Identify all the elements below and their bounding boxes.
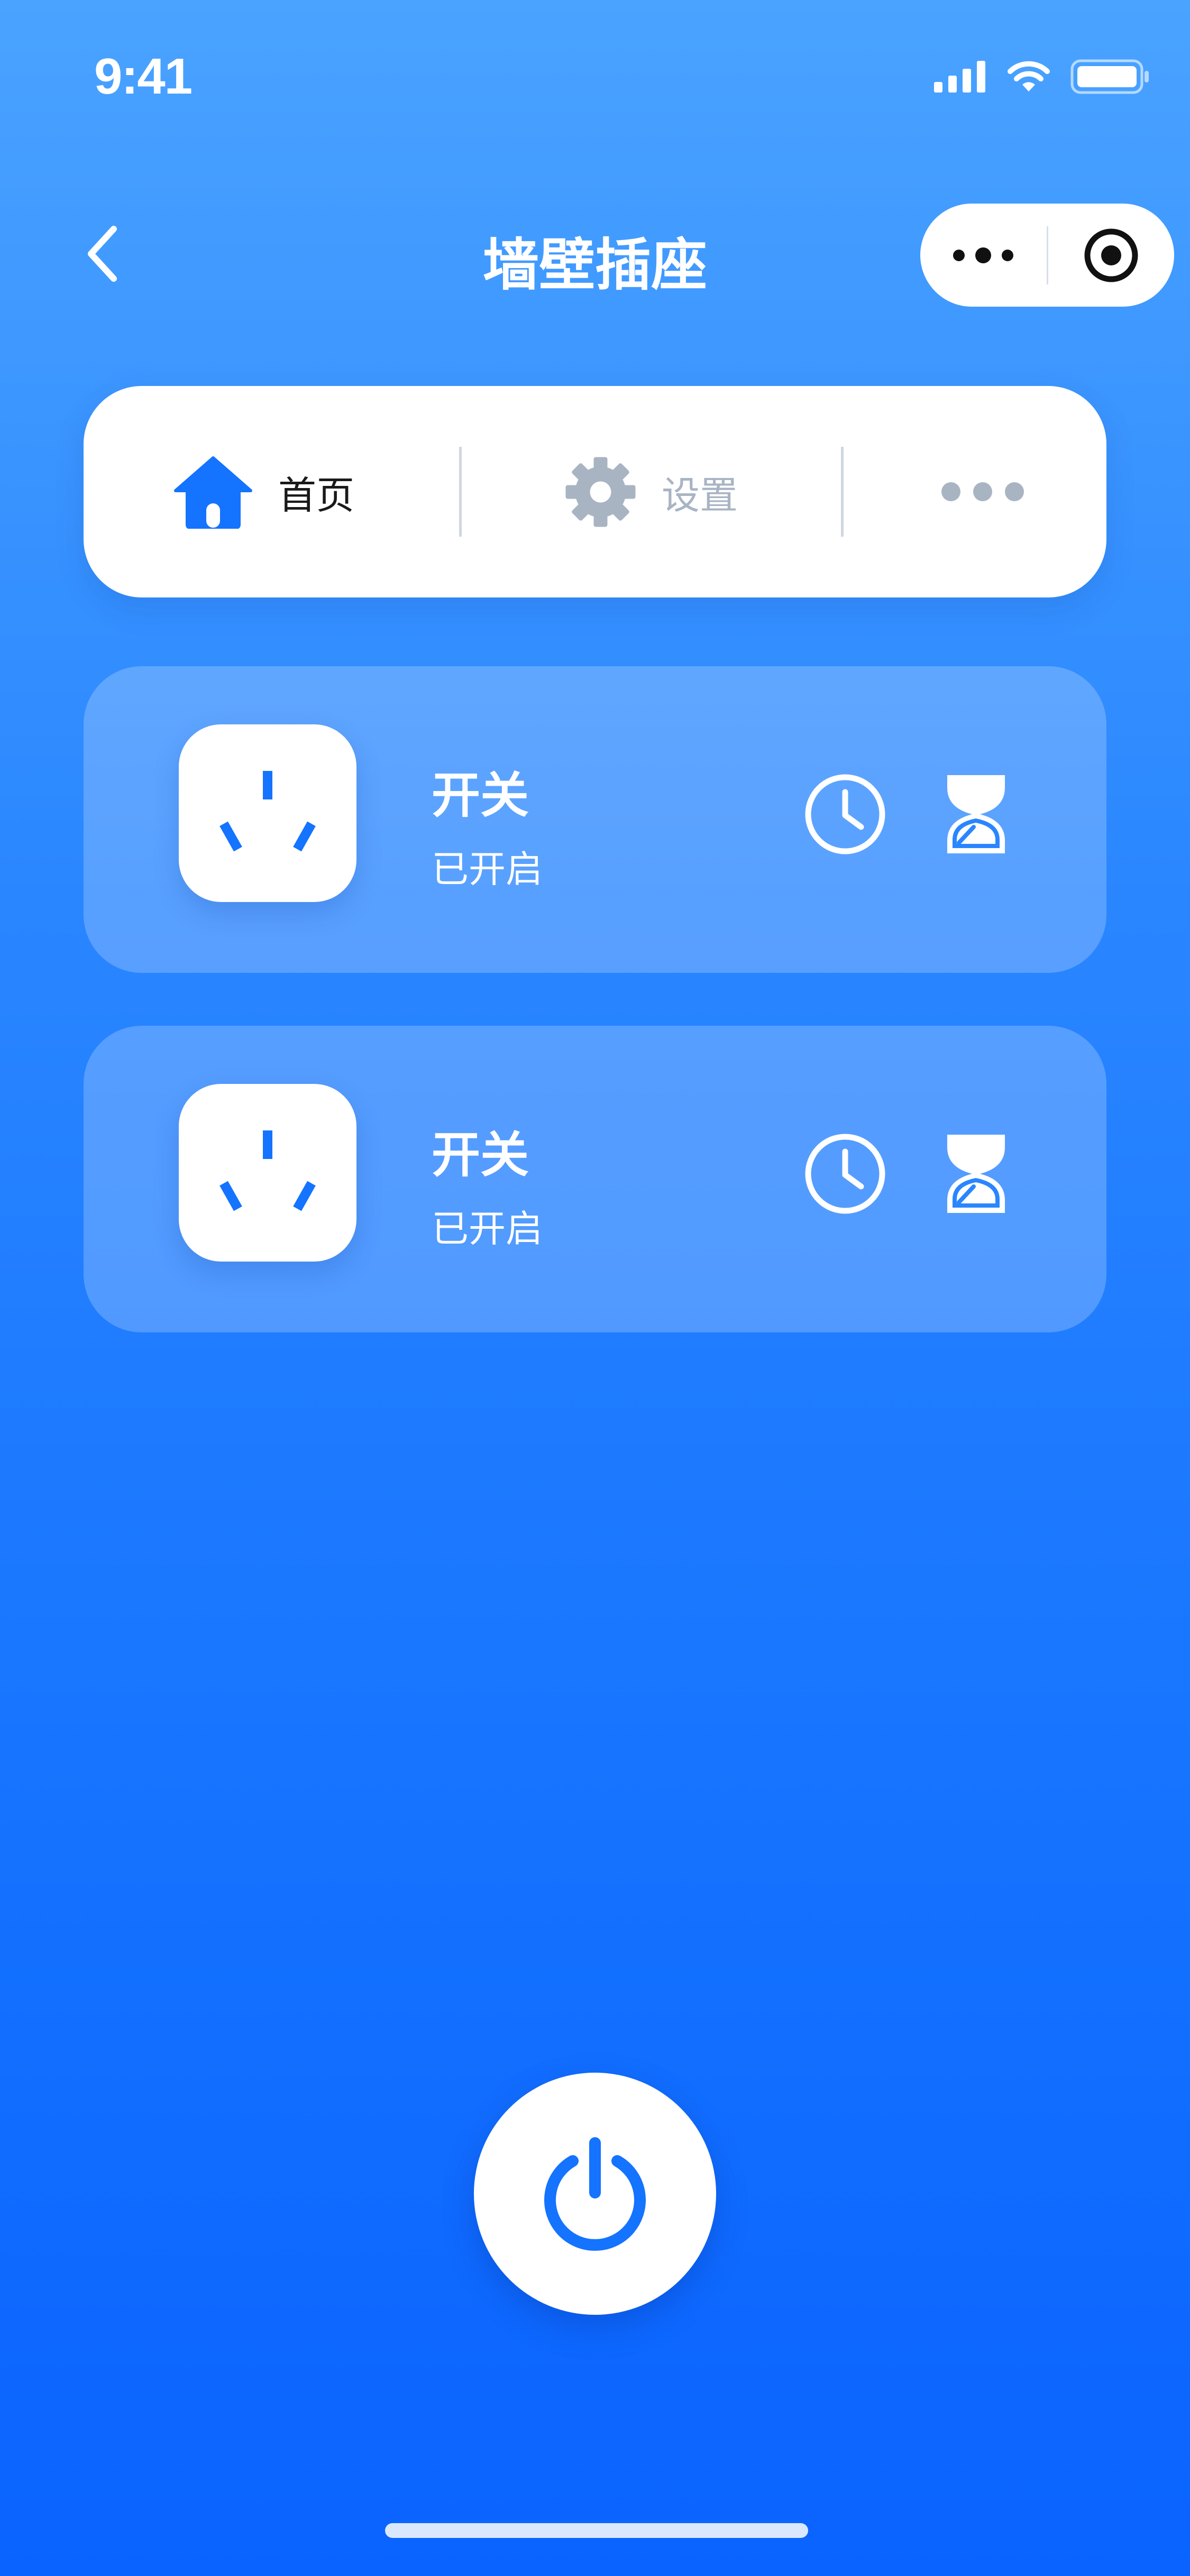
socket-status: 已开启 — [432, 1207, 543, 1250]
tab-divider — [841, 447, 844, 537]
tab-settings[interactable]: 设置 — [565, 386, 738, 597]
home-indicator[interactable] — [385, 2523, 808, 2538]
tab-settings-label: 设置 — [662, 473, 738, 518]
tab-bar: 首页 设置 — [84, 386, 1106, 597]
power-button[interactable] — [474, 2073, 716, 2315]
timer-button[interactable] — [803, 772, 887, 857]
mini-program-capsule — [920, 204, 1174, 307]
wifi-icon — [1008, 61, 1050, 91]
more-dots-icon — [953, 247, 1014, 263]
socket-icon — [179, 724, 356, 902]
status-time: 9:41 — [94, 48, 193, 105]
gear-icon — [565, 457, 636, 527]
app-screen: 9:41 墙壁插座 首页 设置 开关 已开启 开关 已开启 — [0, 0, 1190, 2576]
hourglass-icon — [947, 1135, 1005, 1213]
socket-name: 开关 — [432, 767, 529, 824]
status-icons — [934, 58, 1150, 95]
more-dots-icon — [941, 482, 1024, 501]
battery-icon — [1070, 59, 1149, 94]
countdown-button[interactable] — [943, 772, 1009, 857]
timer-button[interactable] — [803, 1131, 887, 1216]
home-icon — [174, 456, 252, 529]
tab-more[interactable] — [940, 386, 1025, 597]
tab-home-label: 首页 — [278, 473, 355, 518]
socket-card[interactable]: 开关 已开启 — [84, 666, 1106, 973]
signal-icon — [934, 61, 985, 93]
countdown-button[interactable] — [943, 1131, 1009, 1216]
socket-card[interactable]: 开关 已开启 — [84, 1026, 1106, 1332]
hourglass-icon — [947, 775, 1005, 853]
socket-name: 开关 — [432, 1127, 529, 1183]
capsule-close-button[interactable] — [1048, 204, 1175, 307]
socket-status: 已开启 — [432, 848, 543, 891]
clock-icon — [805, 774, 885, 854]
power-icon — [544, 2137, 646, 2251]
clock-icon — [805, 1134, 885, 1214]
target-icon — [1084, 228, 1138, 282]
capsule-more-button[interactable] — [920, 204, 1047, 307]
tab-home[interactable]: 首页 — [173, 386, 354, 597]
tab-divider — [459, 447, 462, 537]
socket-icon — [179, 1084, 356, 1262]
